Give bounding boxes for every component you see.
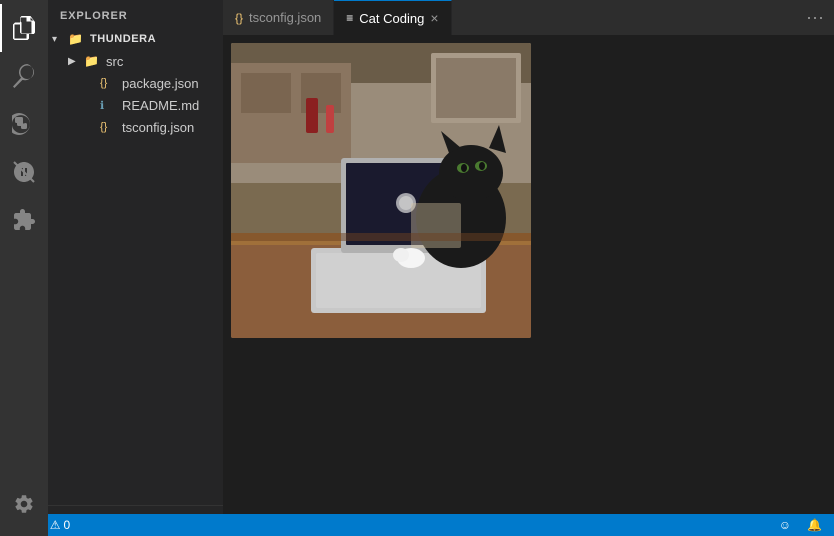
bell-icon: 🔔 [807, 518, 822, 532]
tabs-bar: {} tsconfig.json ≡ Cat Coding × ··· [223, 0, 834, 35]
package-json-label: package.json [122, 76, 199, 91]
extensions-icon[interactable] [0, 196, 48, 244]
bell-status[interactable]: 🔔 [803, 518, 826, 532]
tab-cat-coding[interactable]: ≡ Cat Coding × [334, 0, 451, 35]
no-icon[interactable] [0, 148, 48, 196]
sidebar: EXPLORER ▾ 📁 THUNDERA ▶ 📁 src {} package… [48, 0, 223, 536]
files-icon[interactable] [0, 4, 48, 52]
tab-cat-label: Cat Coding [359, 11, 424, 26]
cat-image-svg [231, 43, 531, 338]
cat-coding-webview [231, 43, 531, 338]
settings-icon[interactable] [0, 480, 48, 528]
search-icon[interactable] [0, 52, 48, 100]
src-label: src [106, 54, 123, 69]
file-package-json[interactable]: {} package.json [48, 72, 223, 94]
json-icon: {} [100, 77, 118, 89]
editor-area [223, 35, 834, 514]
folder-src[interactable]: ▶ 📁 src [48, 50, 223, 72]
arrow-icon: ▾ [52, 34, 68, 45]
arrow-icon: ▶ [68, 56, 84, 67]
tsconfig-label: tsconfig.json [122, 120, 194, 135]
folder-icon: 📁 [68, 32, 86, 46]
tab-tsconfig[interactable]: {} tsconfig.json [223, 0, 334, 35]
smiley-icon: ☺ [779, 518, 791, 532]
tab-cat-icon: ≡ [346, 11, 353, 25]
status-bar: ⊗ 0 ⚠ 0 ☺ 🔔 [0, 514, 834, 536]
smiley-status[interactable]: ☺ [775, 518, 795, 532]
file-tree: ▾ 📁 THUNDERA ▶ 📁 src {} package.json ℹ R… [48, 28, 223, 505]
activity-bar [0, 0, 48, 536]
warnings-status[interactable]: ⚠ 0 [46, 518, 74, 532]
status-right: ☺ 🔔 [775, 518, 826, 532]
file-tsconfig[interactable]: {} tsconfig.json [48, 116, 223, 138]
source-control-icon[interactable] [0, 100, 48, 148]
tsconfig-json-icon: {} [100, 121, 118, 133]
warning-icon: ⚠ [50, 518, 61, 532]
file-readme[interactable]: ℹ README.md [48, 94, 223, 116]
tab-tsconfig-icon: {} [235, 11, 243, 25]
readme-label: README.md [122, 98, 199, 113]
sidebar-title: EXPLORER [48, 0, 223, 28]
src-folder-icon: 📁 [84, 54, 102, 68]
tab-tsconfig-label: tsconfig.json [249, 10, 321, 25]
md-icon: ℹ [100, 99, 118, 112]
tab-cat-close-button[interactable]: × [430, 10, 438, 26]
folder-thundera[interactable]: ▾ 📁 THUNDERA [48, 28, 223, 50]
more-tabs-button[interactable]: ··· [796, 0, 834, 35]
warning-count: 0 [64, 518, 71, 532]
folder-thundera-label: THUNDERA [90, 33, 156, 45]
